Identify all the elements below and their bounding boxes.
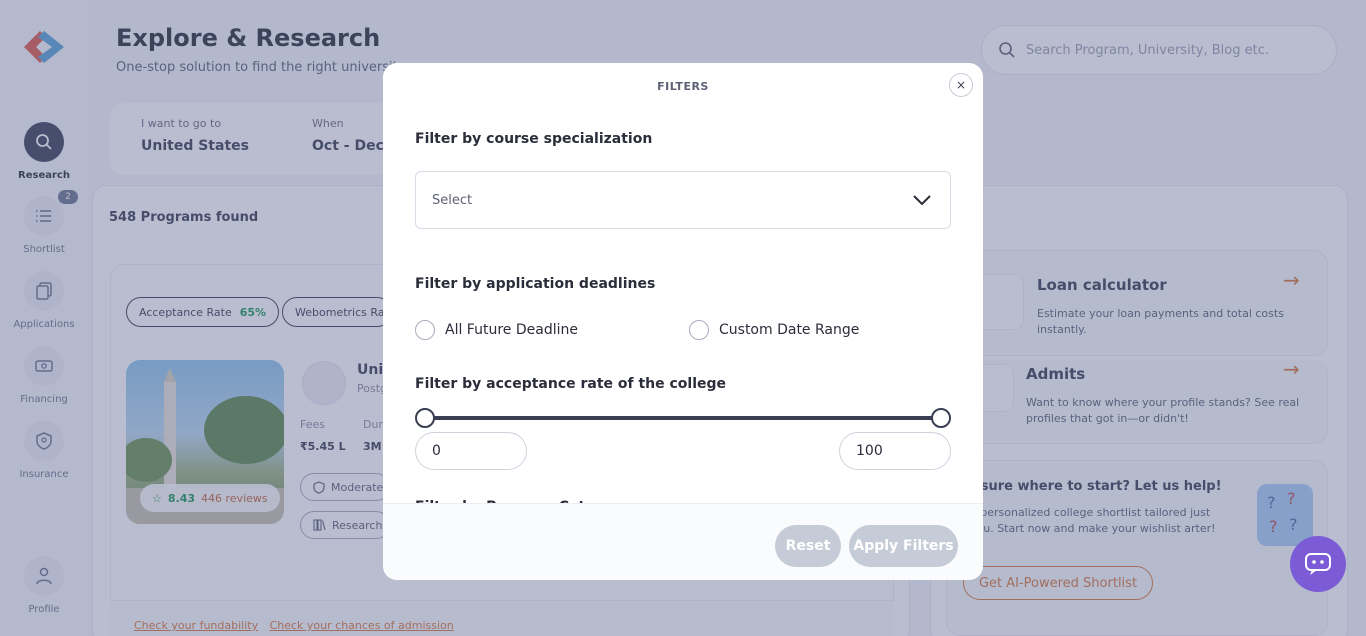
acceptance-max-input[interactable]: 100 [839,432,951,470]
acceptance-filter-title: Filter by acceptance rate of the college [415,376,727,392]
radio-circle[interactable] [415,320,435,340]
chat-assistant-button[interactable] [1290,536,1346,592]
chevron-down-icon [913,195,931,206]
radio-circle[interactable] [689,320,709,340]
close-icon[interactable]: × [949,73,973,97]
filters-modal: FILTERS × Filter by course specializatio… [383,63,983,580]
chat-bot-icon [1305,553,1331,575]
radio-label: All Future Deadline [445,322,578,338]
acceptance-min-input[interactable]: 0 [415,432,527,470]
specialization-filter-title: Filter by course specialization [415,131,653,147]
specialization-select[interactable]: Select [415,171,951,229]
radio-custom-date-range[interactable]: Custom Date Range [689,320,859,340]
modal-title: FILTERS [657,80,709,93]
deadline-filter-title: Filter by application deadlines [415,276,656,292]
modal-footer: Reset Apply Filters [383,503,983,580]
radio-label: Custom Date Range [719,322,860,338]
reset-button[interactable]: Reset [775,525,841,567]
select-placeholder: Select [432,192,473,208]
acceptance-min-handle[interactable] [415,408,435,428]
acceptance-max-handle[interactable] [931,408,951,428]
radio-all-future-deadline[interactable]: All Future Deadline [415,320,578,340]
apply-filters-button[interactable]: Apply Filters [849,525,958,567]
acceptance-range-track[interactable] [425,416,941,420]
